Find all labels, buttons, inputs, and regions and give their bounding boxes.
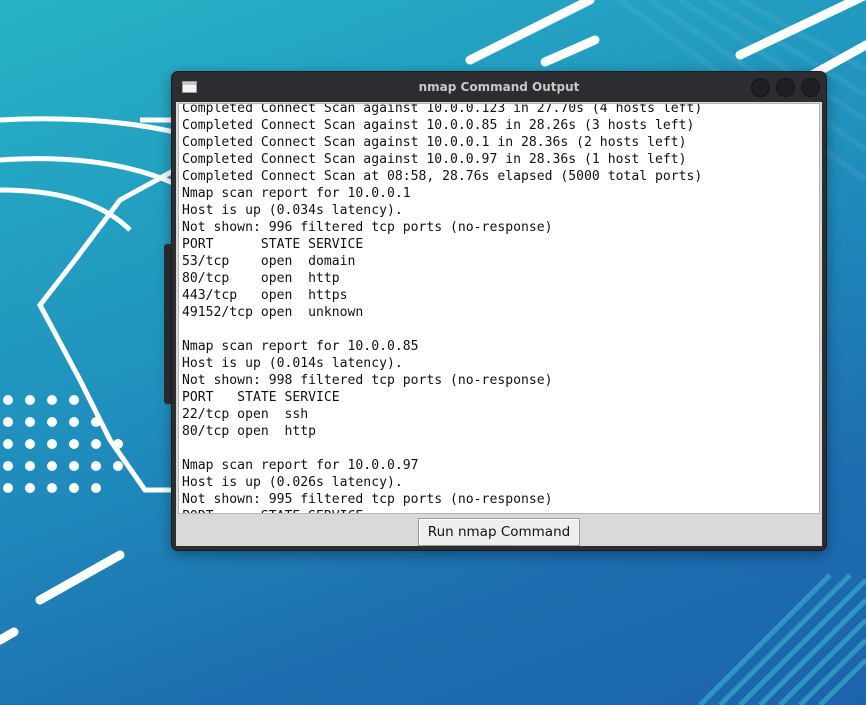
output-line: Host is up (0.014s latency). <box>182 356 403 371</box>
output-line: Host is up (0.034s latency). <box>182 203 403 218</box>
output-line: Not shown: 998 filtered tcp ports (no-re… <box>182 373 553 388</box>
output-line: Nmap scan report for 10.0.0.85 <box>182 339 419 354</box>
output-line: Not shown: 996 filtered tcp ports (no-re… <box>182 220 553 235</box>
output-line: PORT STATE SERVICE <box>182 390 340 405</box>
window-controls <box>751 78 820 97</box>
output-line: Nmap scan report for 10.0.0.1 <box>182 186 411 201</box>
output-line: PORT STATE SERVICE <box>182 237 364 252</box>
command-output-textarea[interactable]: Completed Connect Scan against 10.0.0.12… <box>178 103 820 514</box>
output-line: 80/tcp open http <box>182 424 317 439</box>
window-title: nmap Command Output <box>418 80 580 94</box>
output-line: Not shown: 995 filtered tcp ports (no-re… <box>182 492 553 507</box>
output-line: Completed Connect Scan at 08:58, 28.76s … <box>182 169 703 184</box>
output-line: Nmap scan report for 10.0.0.97 <box>182 458 419 473</box>
maximize-icon[interactable] <box>776 78 795 97</box>
window-client-area: Completed Connect Scan against 10.0.0.12… <box>176 102 822 546</box>
output-line: 443/tcp open https <box>182 288 348 303</box>
close-icon[interactable] <box>801 78 820 97</box>
output-line: 49152/tcp open unknown <box>182 305 364 320</box>
output-line: 22/tcp open ssh <box>182 407 309 422</box>
output-line: Host is up (0.026s latency). <box>182 475 403 490</box>
output-line: Completed Connect Scan against 10.0.0.85… <box>182 118 695 133</box>
output-line: Completed Connect Scan against 10.0.0.1 … <box>182 135 687 150</box>
minimize-icon[interactable] <box>751 78 770 97</box>
output-line: 53/tcp open domain <box>182 254 356 269</box>
window-app-icon[interactable] <box>182 81 197 93</box>
output-line: Completed Connect Scan against 10.0.0.12… <box>182 103 703 116</box>
window-titlebar[interactable]: nmap Command Output <box>172 72 826 102</box>
output-line: 80/tcp open http <box>182 271 340 286</box>
output-line: Completed Connect Scan against 10.0.0.97… <box>182 152 687 167</box>
background-window-edge <box>164 244 171 404</box>
output-line: PORT STATE SERVICE <box>182 508 702 513</box>
nmap-output-window: nmap Command Output Completed Connect Sc… <box>171 71 827 551</box>
run-nmap-button[interactable]: Run nmap Command <box>418 518 580 546</box>
output-lines: Completed Connect Scan against 10.0.0.12… <box>182 103 703 513</box>
